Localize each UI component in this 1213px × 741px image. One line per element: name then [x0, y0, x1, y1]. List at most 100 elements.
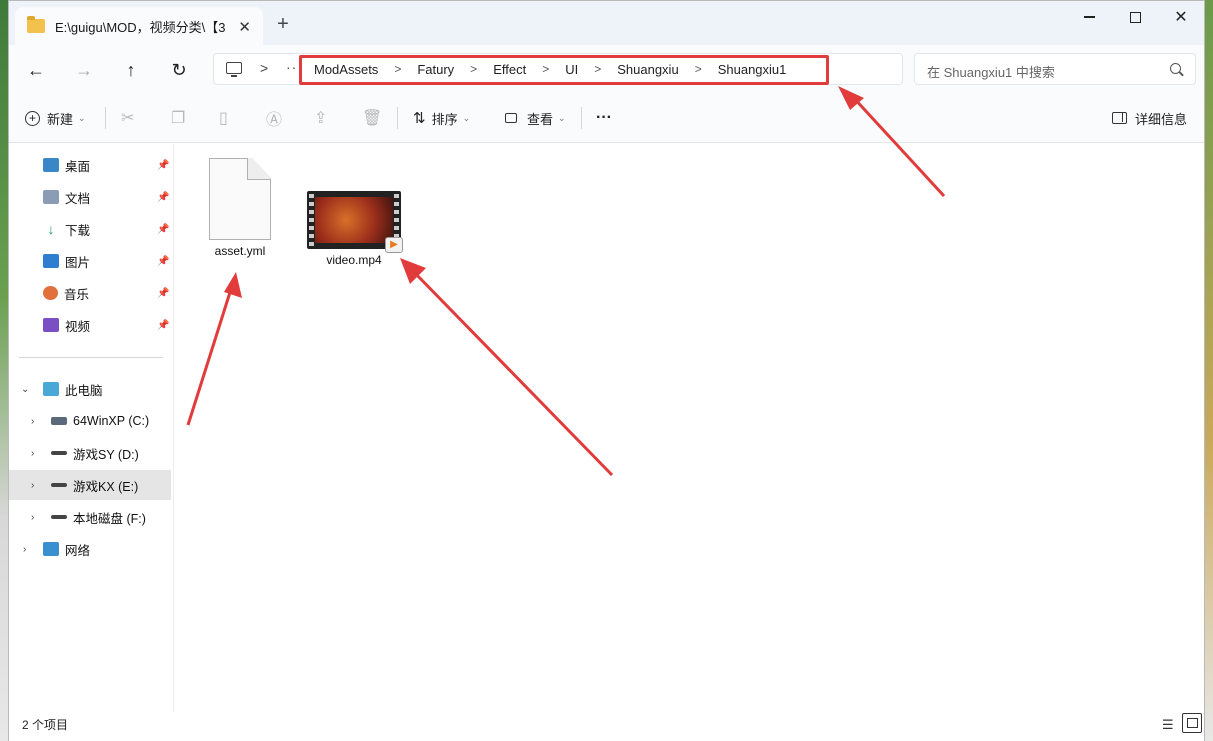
minimize-button[interactable]: [1066, 1, 1112, 33]
pin-icon[interactable]: 📌: [157, 256, 169, 267]
play-icon: ▶: [385, 237, 403, 253]
minimize-icon: [1083, 16, 1095, 18]
sidebar-item-label: 游戏KX (E:): [73, 479, 139, 494]
close-window-button[interactable]: ✕: [1158, 1, 1204, 33]
sort-button[interactable]: ⇅ 排序 ⌄: [413, 107, 470, 129]
chevron-right-icon[interactable]: ›: [31, 416, 34, 427]
sidebar-item-pictures[interactable]: 图片 📌: [9, 246, 171, 276]
trash-icon: 🗑: [362, 110, 383, 127]
cut-button[interactable]: ✂: [121, 107, 134, 129]
sidebar-item-drive-f[interactable]: › 本地磁盘 (F:): [9, 502, 171, 532]
documents-icon: [43, 190, 59, 204]
chevron-right-icon[interactable]: ›: [23, 544, 26, 555]
file-item[interactable]: ▶ video.mp4: [304, 191, 404, 267]
sidebar-item-label: 图片: [65, 255, 91, 270]
rename-icon: Ⓐ: [266, 112, 283, 129]
view-button[interactable]: 查看 ⌄: [505, 107, 566, 129]
pin-icon[interactable]: 📌: [157, 224, 169, 235]
sidebar-item-drive-c[interactable]: › 64WinXP (C:): [9, 406, 171, 436]
sidebar-item-network[interactable]: › 网络: [9, 534, 171, 564]
sidebar-item-label: 网络: [65, 543, 91, 558]
sidebar-item-label: 文档: [65, 191, 91, 206]
chevron-down-icon: ⌄: [558, 112, 566, 123]
copy-icon: ❐: [171, 110, 186, 127]
details-pane-icon: [1112, 112, 1127, 124]
refresh-button[interactable]: ↻: [164, 55, 194, 85]
title-bar: E:\guigu\MOD，视频分类\【3 ✕ + ✕: [9, 1, 1204, 45]
scissors-icon: ✂: [121, 110, 135, 127]
sidebar-item-label: 视频: [65, 319, 91, 334]
chevron-right-icon[interactable]: ›: [31, 448, 34, 459]
sidebar-item-music[interactable]: 音乐 📌: [9, 278, 171, 308]
sidebar-item-label: 64WinXP (C:): [73, 414, 150, 428]
toolbar-divider: [397, 107, 398, 129]
search-input[interactable]: 在 Shuangxiu1 中搜索: [914, 53, 1196, 85]
close-icon: ✕: [1174, 9, 1188, 26]
sidebar-item-desktop[interactable]: 桌面 📌: [9, 150, 171, 180]
pin-icon[interactable]: 📌: [157, 320, 169, 331]
toolbar-divider: [105, 107, 106, 129]
sidebar-item-this-pc[interactable]: ⌄ 此电脑: [9, 374, 171, 404]
sidebar-item-drive-e[interactable]: › 游戏KX (E:): [9, 470, 171, 500]
pin-icon[interactable]: 📌: [157, 192, 169, 203]
share-button[interactable]: ⇪: [314, 107, 327, 129]
desktop-icon: [43, 158, 59, 172]
file-item[interactable]: asset.yml: [190, 158, 290, 258]
more-options-button[interactable]: ···: [596, 107, 612, 129]
sidebar-item-downloads[interactable]: ↓ 下载 📌: [9, 214, 171, 244]
new-label: 新建: [47, 111, 74, 127]
search-placeholder: 在 Shuangxiu1 中搜索: [927, 65, 1055, 80]
chevron-right-icon[interactable]: ›: [31, 512, 34, 523]
folder-icon: [27, 16, 45, 33]
forward-button[interactable]: →: [69, 55, 99, 85]
list-view-icon[interactable]: ☰: [1162, 717, 1174, 733]
drive-icon: [51, 483, 67, 487]
delete-button[interactable]: 🗑: [362, 107, 382, 129]
chevron-down-icon: ⌄: [78, 112, 86, 123]
chevron-down-icon[interactable]: ⌄: [21, 384, 29, 395]
paste-button[interactable]: ▯: [219, 107, 228, 129]
sidebar-item-documents[interactable]: 文档 📌: [9, 182, 171, 212]
new-tab-button[interactable]: +: [271, 13, 295, 36]
tile-view-icon[interactable]: [1182, 713, 1202, 733]
sort-label: 排序: [431, 111, 458, 127]
music-icon: [43, 286, 58, 300]
file-name: asset.yml: [214, 244, 266, 258]
maximize-icon: [1129, 11, 1141, 23]
sidebar-item-videos[interactable]: 视频 📌: [9, 310, 171, 340]
sidebar-item-drive-d[interactable]: › 游戏SY (D:): [9, 438, 171, 468]
up-button[interactable]: ↑: [116, 55, 146, 85]
chevron-right-icon[interactable]: >: [260, 60, 268, 76]
rename-button[interactable]: Ⓐ: [266, 107, 282, 129]
drive-icon: [51, 417, 67, 425]
chevron-right-icon[interactable]: ›: [31, 480, 34, 491]
search-icon[interactable]: [1170, 63, 1181, 74]
downloads-icon: ↓: [47, 221, 55, 237]
video-file-icon: ▶: [307, 191, 403, 253]
command-toolbar: + 新建 ⌄ ✂ ❐ ▯ Ⓐ ⇪ 🗑 ⇅ 排序 ⌄ 查看 ⌄ ··· 详细信息: [9, 93, 1204, 143]
back-button[interactable]: ←: [21, 55, 51, 85]
annotation-highlight-box: [299, 55, 829, 85]
videos-icon: [43, 318, 59, 332]
network-icon: [43, 542, 59, 556]
share-icon: ⇪: [314, 110, 328, 127]
drive-icon: [51, 515, 67, 519]
tab-current-folder[interactable]: E:\guigu\MOD，视频分类\【3 ✕: [15, 7, 263, 45]
navigation-pane: 桌面 📌 文档 📌 ↓ 下载 📌 图片 📌 音乐 📌 视频 📌 ⌄ 此电脑 › …: [9, 144, 173, 712]
details-label: 详细信息: [1135, 111, 1188, 127]
maximize-button[interactable]: [1112, 1, 1158, 33]
toolbar-divider: [581, 107, 582, 129]
pin-icon[interactable]: 📌: [157, 160, 169, 171]
new-button[interactable]: + 新建 ⌄: [25, 107, 86, 129]
view-label: 查看: [527, 111, 554, 127]
file-name: video.mp4: [326, 253, 382, 267]
drive-icon: [51, 451, 67, 455]
tab-close-icon[interactable]: ✕: [238, 18, 251, 36]
computer-icon[interactable]: [226, 62, 242, 77]
copy-button[interactable]: ❐: [171, 107, 185, 129]
details-pane-button[interactable]: 详细信息: [1112, 107, 1187, 129]
pin-icon[interactable]: 📌: [157, 288, 169, 299]
tab-title: E:\guigu\MOD，视频分类\【3: [55, 19, 225, 35]
sidebar-divider: [19, 357, 163, 358]
item-count: 2 个项目: [22, 718, 69, 732]
